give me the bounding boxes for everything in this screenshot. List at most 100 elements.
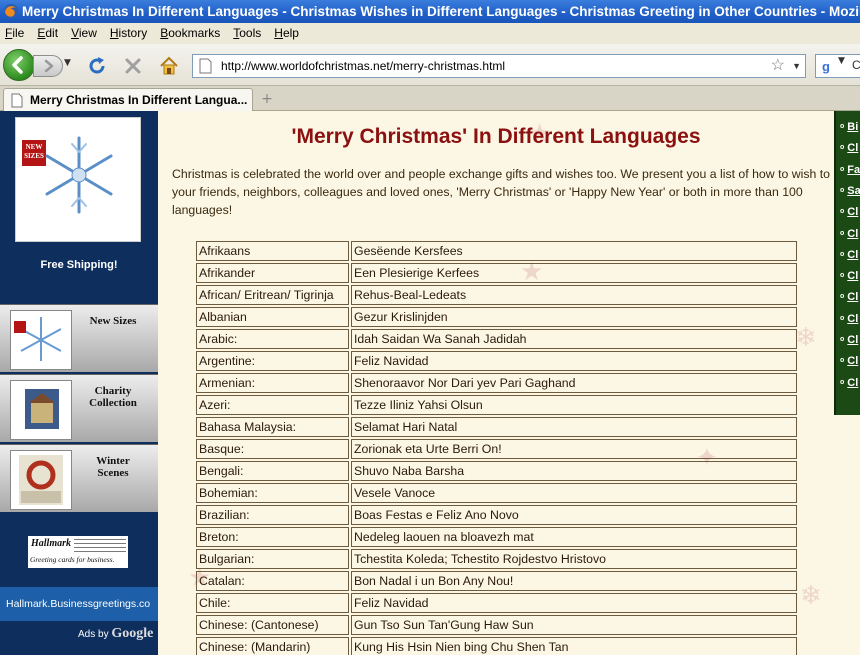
right-nav-link[interactable]: o Cl [840,377,860,389]
search-box[interactable]: g ▼ C [815,54,860,78]
left-advertisement[interactable]: NEW SIZES Free Shipping! New Sizes Chari… [0,111,158,655]
menu-edit[interactable]: Edit [37,26,58,40]
right-nav-link[interactable]: o Sa [840,185,860,197]
reload-icon[interactable] [86,55,108,77]
address-bar[interactable]: http://www.worldofchristmas.net/merry-ch… [192,54,806,78]
greeting-cell: Een Plesierige Kerfees [351,263,797,283]
table-row: Catalan: Bon Nadal i un Bon Any Nou! [196,571,797,591]
right-nav-link[interactable]: o Bi [840,121,860,133]
right-nav-label: Cl [847,206,859,219]
thumbnail-image [10,450,72,510]
greeting-cell: Nedeleg laouen na bloavezh mat [351,527,797,547]
greeting-cell: Zorionak eta Urte Berri On! [351,439,797,459]
tab-merry-christmas[interactable]: Merry Christmas In Different Langua... [3,88,253,111]
bullet-icon: o [840,336,845,343]
right-nav-link[interactable]: o Cl [840,270,860,282]
language-cell: Afrikaans [196,241,349,261]
hallmark-business-link[interactable]: Hallmark.Businessgreetings.co [0,587,158,621]
bullet-icon: o [840,229,845,237]
hallmark-tagline: Greeting cards for business. [30,555,115,564]
greeting-cell: Feliz Navidad [351,593,797,613]
snowflake-icon [45,136,113,214]
table-row: Bulgarian: Tchestita Koleda; Tchestito Ro… [196,549,797,569]
menu-history[interactable]: History [110,26,147,40]
greeting-cell: Feliz Navidad [351,351,797,371]
stop-icon[interactable] [122,55,144,77]
card-image[interactable]: NEW SIZES [15,117,141,242]
free-shipping-text: Free Shipping! [40,259,118,271]
bullet-icon: o [840,250,845,258]
greeting-cell: Boas Festas e Feliz Ano Novo [351,505,797,525]
hallmark-logo[interactable]: Hallmark Greeting cards for business. [28,536,128,568]
language-cell: Basque: [196,439,349,459]
ad-panel-winter-scenes[interactable]: Winter Scenes [0,444,158,512]
right-nav-label: Cl [847,142,859,155]
window-title-bar: Merry Christmas In Different Languages -… [0,0,860,23]
menu-file[interactable]: File [5,26,24,40]
right-nav-link[interactable]: o Cl [840,142,860,154]
menu-bookmarks[interactable]: Bookmarks [160,26,220,40]
ads-by-google[interactable]: Ads by Google [78,626,153,642]
menu-label-rest: dit [45,26,59,40]
menu-accesskey: H [109,26,119,40]
back-arrow-icon [12,56,23,74]
language-cell: Albanian [196,307,349,327]
menu-accesskey: H [274,26,283,40]
back-button[interactable] [3,49,35,81]
greeting-cell: Tezze Iliniz Yahsi Olsun [351,395,797,415]
history-dropdown-icon[interactable]: ▼ [64,58,71,68]
menu-label-rest: ools [239,26,262,40]
search-engine-dropdown-icon[interactable]: ▼ [838,56,845,66]
table-row: Argentine: Feliz Navidad [196,351,797,371]
table-row: Chile: Feliz Navidad [196,593,797,613]
table-row: Brazilian: Boas Festas e Feliz Ano Novo [196,505,797,525]
page-icon [199,58,212,74]
page-content: ★ ★ ❄ ❄ ✦ ★ NEW SIZES Free Shipping! New… [0,111,860,655]
greeting-cell: Rehus-Beal-Ledeats [351,285,797,305]
table-row: Basque: Zorionak eta Urte Berri On! [196,439,797,459]
right-nav-link[interactable]: o Cl [840,249,860,261]
bullet-icon: o [840,165,845,173]
ad-panel-charity-collection[interactable]: Charity Collection [0,374,158,442]
ad-panel-label: Charity Collection [89,385,137,409]
right-nav-link[interactable]: o Fa [840,164,860,176]
right-nav-link[interactable]: o Cl [840,355,860,367]
right-nav-link[interactable]: o Cl [840,228,860,240]
right-nav-label: Cl [847,355,859,368]
table-row: Breton: Nedeleg laouen na bloavezh mat [196,527,797,547]
ad-panel-label: Winter Scenes [96,455,130,479]
menu-view[interactable]: View [71,26,97,40]
table-row: African/ Eritrean/ Tigrinja Rehus-Beal-Le… [196,285,797,305]
bookmark-star-icon[interactable]: ☆ [771,55,785,77]
table-row: Chinese: (Mandarin) Kung His Hsin Nien bi… [196,637,797,655]
tab-label: Merry Christmas In Different Langua... [30,93,248,107]
table-row: Afrikaans Gesëende Kersfees [196,241,797,261]
main-article: 'Merry Christmas' In Different Languages… [158,111,834,655]
home-icon[interactable] [158,55,180,77]
right-nav-link[interactable]: o Cl [840,291,860,303]
table-row: Armenian: Shenoraavor Nor Dari yev Pari G… [196,373,797,393]
menu-bar: File Edit View History Bookmarks Tools Help [0,23,860,44]
thumbnail-image [10,380,72,440]
table-row: Bohemian: Vesele Vanoce [196,483,797,503]
bullet-icon: o [840,144,845,152]
new-tab-button[interactable]: + [256,89,278,109]
menu-tools[interactable]: Tools [233,26,261,40]
right-nav-label: Cl [847,312,859,325]
table-row: Chinese: (Cantonese) Gun Tso Sun Tan'Gung… [196,615,797,635]
forward-button[interactable] [33,55,63,77]
right-nav-link[interactable]: o Cl [840,206,860,218]
greeting-cell: Idah Saidan Wa Sanah Jadidah [351,329,797,349]
address-dropdown-icon[interactable]: ▼ [792,55,801,77]
right-nav-link[interactable]: o Cl [840,334,860,346]
tab-strip: Merry Christmas In Different Langua... + [0,86,860,111]
greeting-cell: Bon Nadal i un Bon Any Nou! [351,571,797,591]
firefox-icon [4,4,18,18]
greeting-cell: Selamat Hari Natal [351,417,797,437]
right-nav-link[interactable]: o Cl [840,313,860,325]
ad-panel-new-sizes[interactable]: New Sizes [0,304,158,372]
greeting-cell: Vesele Vanoce [351,483,797,503]
thumbnail-image [10,310,72,370]
menu-help[interactable]: Help [274,26,299,40]
right-nav-label: Cl [847,227,859,240]
